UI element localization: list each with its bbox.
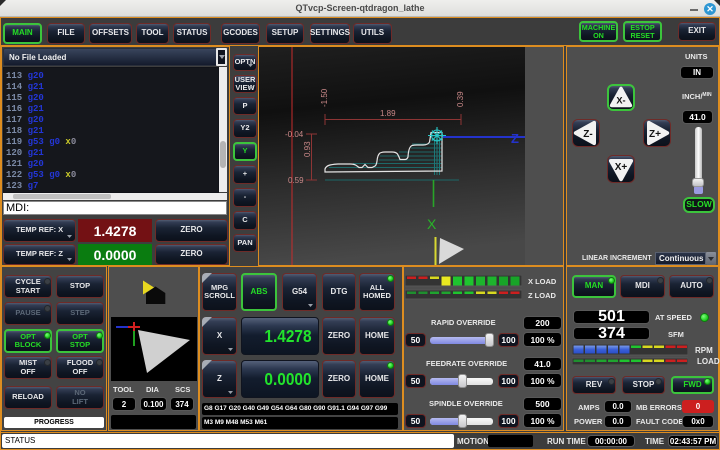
svg-text:X: X — [427, 216, 437, 232]
svg-text:X+: X+ — [615, 162, 628, 173]
svg-text:1.89: 1.89 — [380, 109, 396, 118]
svg-text:X-: X- — [616, 96, 625, 106]
svg-text:-1.50: -1.50 — [320, 88, 329, 107]
svg-text:Z: Z — [511, 131, 519, 146]
svg-text:-0.04: -0.04 — [285, 130, 304, 139]
svg-text:Z+: Z+ — [649, 129, 661, 140]
svg-text:Z-: Z- — [583, 129, 592, 140]
svg-text:0.93: 0.93 — [303, 141, 312, 157]
svg-text:0.59: 0.59 — [288, 176, 304, 185]
svg-text:0.39: 0.39 — [456, 91, 465, 107]
